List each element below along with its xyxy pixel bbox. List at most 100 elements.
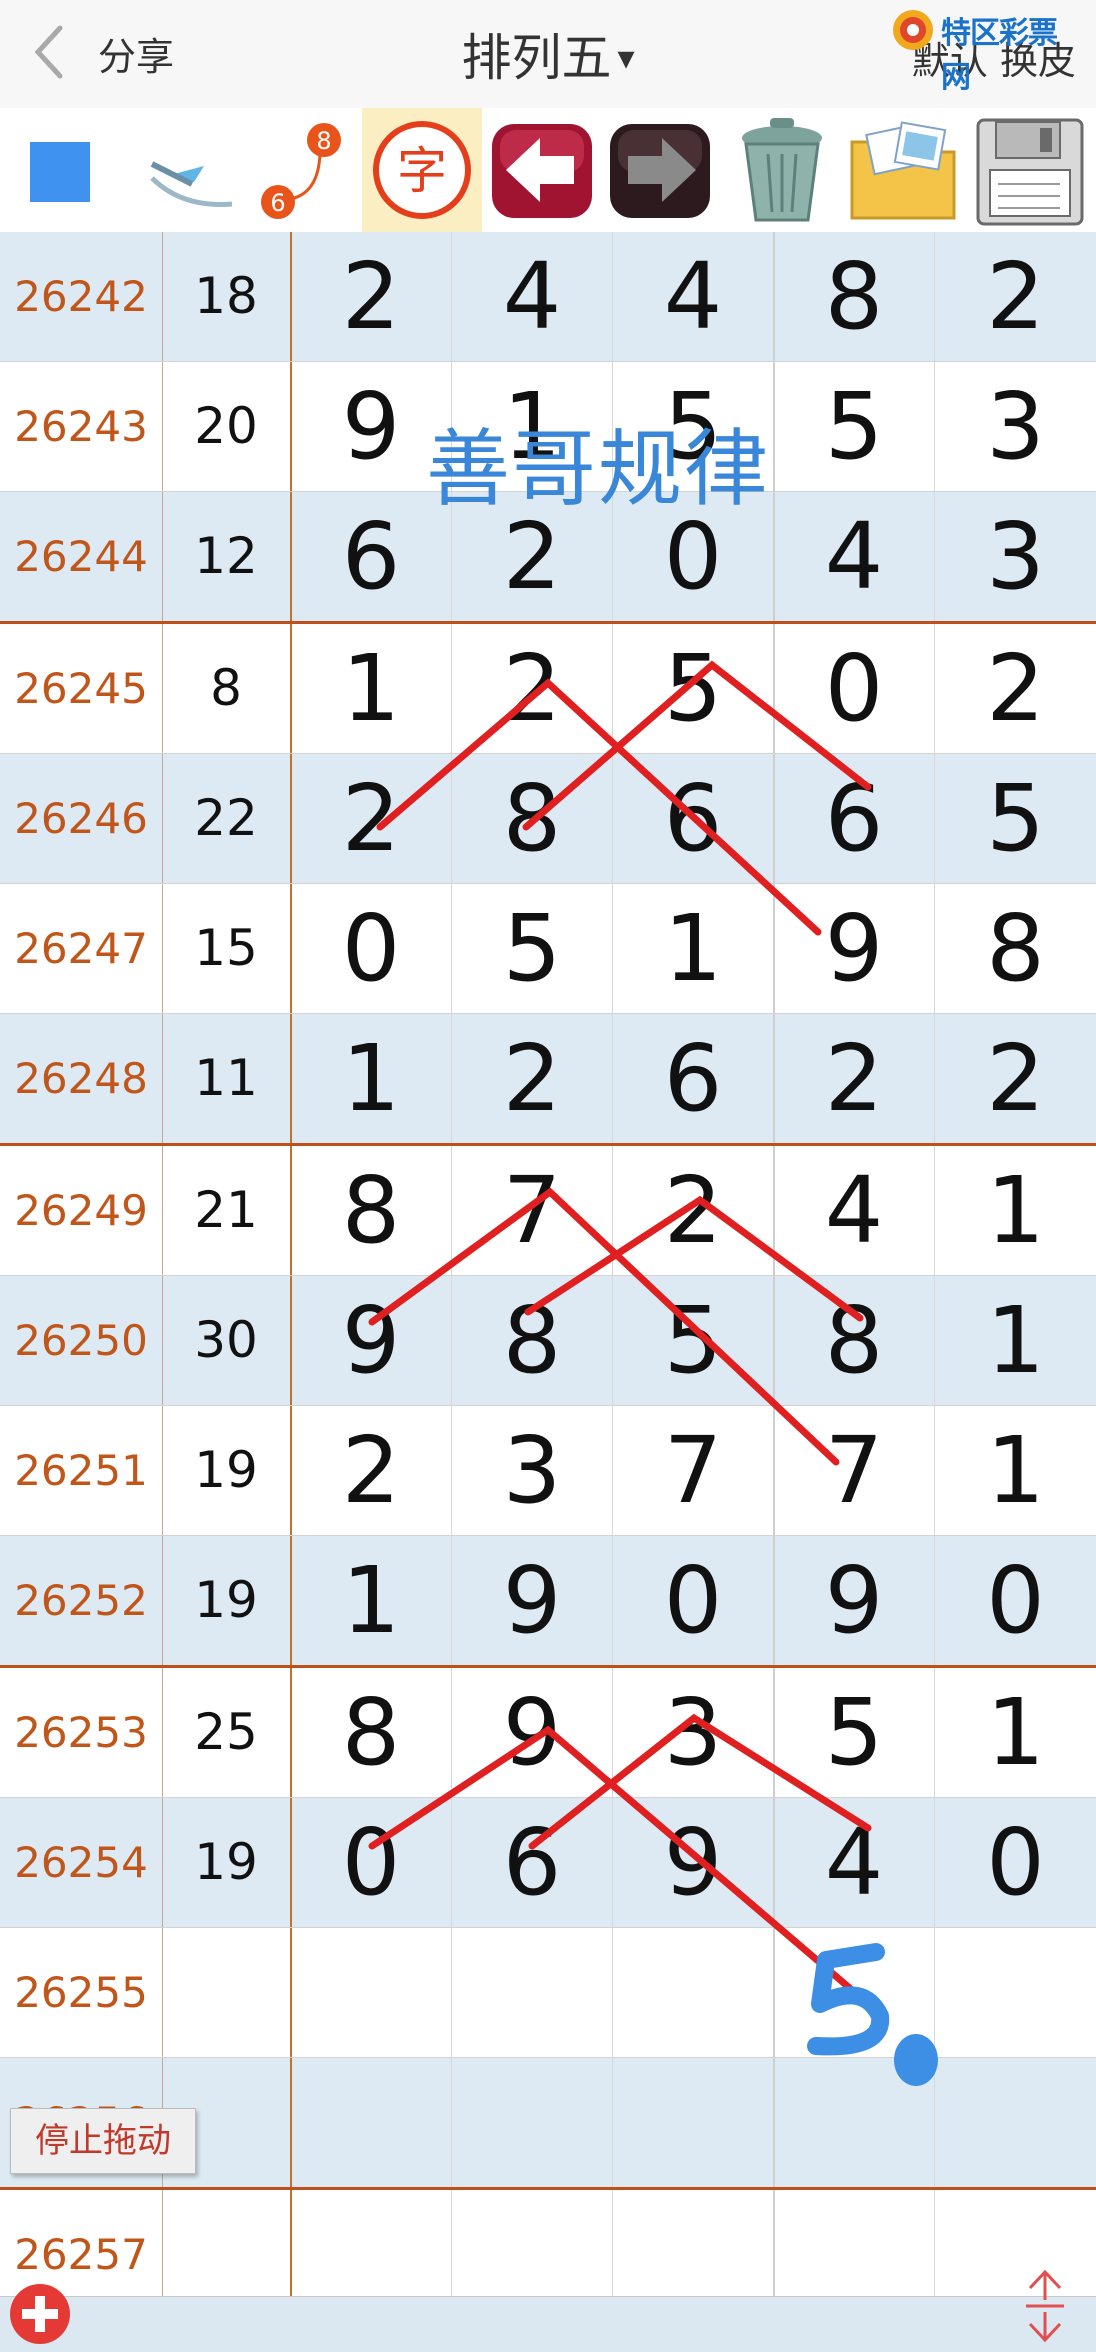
digit-cell[interactable]: 4 (613, 232, 775, 361)
digit-cell[interactable]: 6 (452, 1798, 613, 1927)
draw-grid[interactable]: 26242 18 2 4 4 8 2 26243 20 9 1 5 5 3 26244 12 6 2 0 4 3 2624… (0, 232, 1096, 2320)
digit-cell[interactable]: 8 (935, 884, 1096, 1013)
digit-cell[interactable]: 0 (774, 624, 935, 753)
digit-cell[interactable]: 5 (452, 884, 613, 1013)
scroll-arrows-icon[interactable] (1020, 2266, 1070, 2346)
digit-cell[interactable]: 3 (935, 492, 1096, 621)
connect-numbers-tool[interactable]: 8 6 (244, 108, 362, 232)
undo-tool[interactable] (482, 108, 600, 232)
digit-cell[interactable]: 6 (613, 1014, 775, 1143)
digit-cell[interactable]: 4 (774, 492, 935, 621)
digit-cell[interactable]: 2 (452, 624, 613, 753)
digit-cell[interactable]: 8 (452, 754, 613, 883)
digit-cell[interactable] (935, 2058, 1096, 2187)
digit-cell[interactable]: 3 (452, 1406, 613, 1535)
digit-cell[interactable] (291, 2058, 452, 2187)
table-row[interactable]: 26254 19 0 6 9 4 0 (0, 1798, 1096, 1928)
digit-cell[interactable] (613, 2058, 775, 2187)
digit-cell[interactable]: 8 (774, 232, 935, 361)
digit-cell[interactable]: 8 (452, 1276, 613, 1405)
issue-number: 26255 (0, 1928, 163, 2057)
digit-cell[interactable]: 5 (613, 1276, 775, 1405)
save-tool[interactable] (964, 108, 1096, 232)
digit-cell[interactable] (613, 1928, 775, 2057)
table-row[interactable]: 26242 18 2 4 4 8 2 (0, 232, 1096, 362)
digit-cell[interactable]: 2 (291, 1406, 452, 1535)
sum-value: 18 (162, 232, 292, 361)
table-row[interactable]: 26253 25 8 9 3 5 1 (0, 1668, 1096, 1798)
digit-cell[interactable]: 2 (935, 1014, 1096, 1143)
redo-arrow-icon (610, 124, 710, 218)
digit-cell[interactable]: 0 (613, 1536, 775, 1665)
digit-cell[interactable]: 2 (935, 232, 1096, 361)
digit-cell[interactable]: 9 (452, 1668, 613, 1797)
digit-cell[interactable]: 1 (935, 1406, 1096, 1535)
digit-cell[interactable]: 1 (291, 1536, 452, 1665)
redo-tool[interactable] (600, 108, 720, 232)
digit-cell[interactable]: 5 (935, 754, 1096, 883)
digit-cell[interactable]: 3 (935, 362, 1096, 491)
digit-cell[interactable]: 2 (291, 754, 452, 883)
table-row[interactable]: 26247 15 0 5 1 9 8 (0, 884, 1096, 1014)
digit-cell[interactable]: 7 (452, 1146, 613, 1275)
digit-cell[interactable]: 8 (774, 1276, 935, 1405)
digit-cell[interactable]: 1 (935, 1146, 1096, 1275)
clear-tool[interactable] (720, 108, 842, 232)
digit-cell[interactable]: 2 (613, 1146, 775, 1275)
svg-text:6: 6 (270, 189, 285, 217)
digit-cell[interactable]: 9 (774, 1536, 935, 1665)
digit-cell[interactable]: 0 (291, 884, 452, 1013)
digit-cell[interactable]: 0 (291, 1798, 452, 1927)
table-row[interactable]: 26249 21 8 7 2 4 1 (0, 1146, 1096, 1276)
digit-cell[interactable]: 2 (935, 624, 1096, 753)
add-row-icon[interactable] (4, 2280, 76, 2348)
digit-cell[interactable]: 2 (291, 232, 452, 361)
table-row[interactable]: 26255 (0, 1928, 1096, 2058)
digit-cell[interactable]: 8 (291, 1146, 452, 1275)
pen-tool[interactable] (122, 108, 244, 232)
digit-cell[interactable]: 6 (774, 754, 935, 883)
stop-drag-button[interactable]: 停止拖动 (10, 2108, 196, 2174)
text-tool[interactable]: 字 (362, 108, 482, 232)
table-row[interactable]: 26250 30 9 8 5 8 1 (0, 1276, 1096, 1406)
digit-cell[interactable] (452, 2058, 613, 2187)
watermark-text: 善哥规律 (426, 420, 771, 518)
digit-cell[interactable]: 9 (774, 884, 935, 1013)
digit-cell[interactable]: 1 (291, 624, 452, 753)
digit-cell[interactable]: 9 (613, 1798, 775, 1927)
background-image-tool[interactable] (842, 108, 964, 232)
digit-cell[interactable]: 9 (291, 1276, 452, 1405)
digit-cell[interactable]: 1 (935, 1668, 1096, 1797)
digit-cell[interactable]: 5 (613, 624, 775, 753)
digit-cell[interactable]: 3 (613, 1668, 775, 1797)
digit-cell[interactable]: 9 (452, 1536, 613, 1665)
digit-cell[interactable]: 4 (774, 1798, 935, 1927)
digit-cell[interactable] (935, 1928, 1096, 2057)
digit-cell[interactable]: 0 (935, 1798, 1096, 1927)
digit-cell[interactable]: 1 (291, 1014, 452, 1143)
table-row[interactable]: 26246 22 2 8 6 6 5 (0, 754, 1096, 884)
digit-cell[interactable] (774, 1928, 935, 2057)
digit-cell[interactable]: 6 (613, 754, 775, 883)
digit-cell[interactable] (774, 2058, 935, 2187)
digit-cell[interactable]: 7 (613, 1406, 775, 1535)
color-picker-tool[interactable] (0, 108, 122, 232)
digit-cell[interactable]: 4 (452, 232, 613, 361)
digit-cell[interactable]: 1 (935, 1276, 1096, 1405)
digit-cell[interactable]: 7 (774, 1406, 935, 1535)
digit-cell[interactable]: 1 (613, 884, 775, 1013)
digit-cell[interactable]: 5 (774, 362, 935, 491)
table-row[interactable]: 26252 19 1 9 0 9 0 (0, 1536, 1096, 1668)
digit-cell[interactable]: 8 (291, 1668, 452, 1797)
table-row[interactable]: 26251 19 2 3 7 7 1 (0, 1406, 1096, 1536)
digit-cell[interactable] (452, 1928, 613, 2057)
table-row[interactable]: 26248 11 1 2 6 2 2 (0, 1014, 1096, 1146)
digit-cell[interactable]: 2 (774, 1014, 935, 1143)
table-row[interactable]: 26245 8 1 2 5 0 2 (0, 624, 1096, 754)
digit-cell[interactable]: 2 (452, 1014, 613, 1143)
digit-cell[interactable]: 5 (774, 1668, 935, 1797)
digit-cell[interactable] (291, 1928, 452, 2057)
digit-cell[interactable]: 4 (774, 1146, 935, 1275)
sum-value: 19 (162, 1406, 292, 1535)
digit-cell[interactable]: 0 (935, 1536, 1096, 1665)
